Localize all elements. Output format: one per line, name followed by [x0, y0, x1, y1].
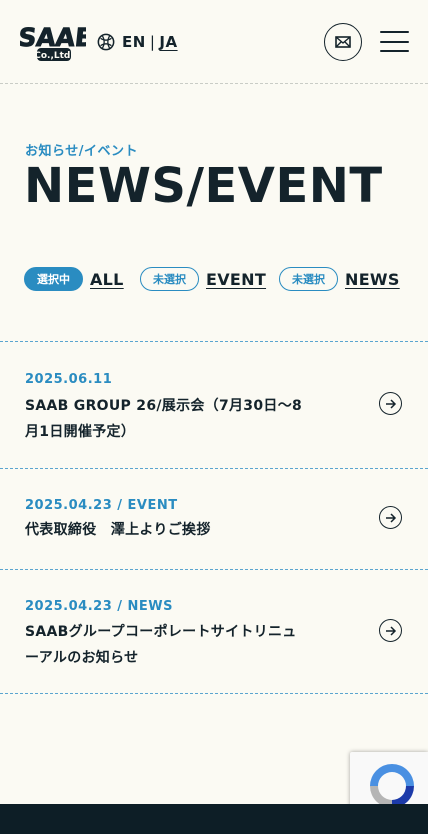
recaptcha-badge[interactable] [350, 752, 428, 812]
filter-label: ALL [90, 269, 124, 289]
arrow-right-icon[interactable] [379, 619, 402, 642]
news-date: 2025.04.23 / EVENT [25, 498, 178, 513]
category-filters: 選択中 ALL 未選択 EVENT 未選択 NEWS [24, 266, 414, 292]
divider [0, 693, 428, 694]
menu-line-icon [380, 31, 409, 34]
filter-status-badge: 未選択 [140, 267, 199, 291]
saab-logo[interactable]: SAAB Co.,Ltd. [16, 22, 96, 62]
logo-text: SAAB [20, 23, 86, 52]
news-list-item[interactable]: 2025.04.23 / NEWS SAABグループコーポレートサイトリニューア… [0, 570, 428, 694]
logo-subtext: Co.,Ltd. [34, 51, 74, 61]
filter-news[interactable]: 未選択 NEWS [279, 266, 400, 292]
news-date: 2025.04.23 / NEWS [25, 599, 174, 614]
filter-status-badge: 未選択 [279, 267, 338, 291]
hamburger-menu-button[interactable] [380, 31, 409, 53]
filter-event[interactable]: 未選択 EVENT [140, 266, 266, 292]
filter-status-badge: 選択中 [24, 267, 83, 291]
lang-ja-link[interactable]: JA [159, 33, 177, 51]
news-list-item[interactable]: 2025.06.11 SAAB GROUP 26/展示会（7月30日〜8月1日開… [0, 342, 428, 468]
globe-icon [97, 33, 115, 51]
filter-label: NEWS [345, 269, 400, 289]
news-title: SAABグループコーポレートサイトリニューアルのお知らせ [25, 624, 297, 666]
mail-icon [335, 36, 351, 48]
page-title: NEWS/EVENT [24, 158, 383, 214]
arrow-right-icon[interactable] [379, 506, 402, 529]
language-switcher: EN | JA [97, 33, 178, 51]
contact-mail-button[interactable] [324, 23, 362, 61]
site-header: SAAB Co.,Ltd. EN | JA [0, 0, 428, 84]
menu-line-icon [380, 50, 409, 53]
arrow-right-icon[interactable] [379, 392, 402, 415]
news-date: 2025.06.11 [25, 372, 113, 387]
filter-label: EVENT [206, 269, 267, 289]
news-title: SAAB GROUP 26/展示会（7月30日〜8月1日開催予定） [25, 398, 303, 440]
news-title: 代表取締役 澤上よりご挨拶 [25, 522, 211, 538]
menu-line-icon [380, 40, 409, 43]
filter-all[interactable]: 選択中 ALL [24, 266, 124, 292]
footer-bar [0, 804, 428, 834]
page-subtitle: お知らせ/イベント [25, 144, 138, 159]
lang-separator: | [149, 33, 156, 51]
news-list-item[interactable]: 2025.04.23 / EVENT 代表取締役 澤上よりご挨拶 [0, 469, 428, 569]
lang-en-link[interactable]: EN [122, 33, 146, 51]
